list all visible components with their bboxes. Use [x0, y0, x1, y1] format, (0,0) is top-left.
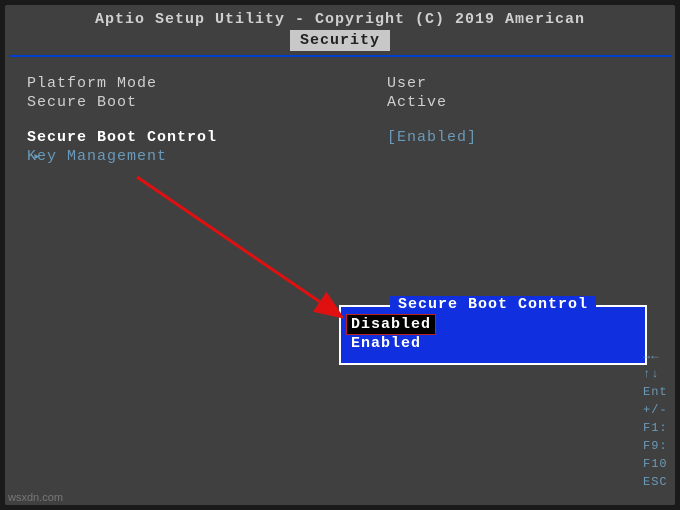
menu-secure-boot-control[interactable]: Secure Boot Control [Enabled] [27, 129, 663, 146]
secure-boot-value: Active [387, 94, 447, 111]
tab-security[interactable]: Security [290, 30, 390, 51]
help-key-panel: →← ↑↓ Ent +/- F1: F9: F10 ESC [643, 347, 673, 491]
help-key-f10: F10 [643, 455, 673, 473]
header-title: Aptio Setup Utility - Copyright (C) 2019… [7, 7, 673, 30]
watermark: wsxdn.com [8, 492, 63, 504]
help-key-f9: F9: [643, 437, 673, 455]
submenu-arrow-icon: ▸ [33, 149, 42, 164]
platform-mode-label: Platform Mode [27, 75, 387, 92]
secure-boot-control-value: [Enabled] [387, 129, 477, 146]
popup-title: Secure Boot Control [390, 296, 596, 313]
secure-boot-label: Secure Boot [27, 94, 387, 111]
popup-option-enabled[interactable]: Enabled [347, 334, 639, 353]
row-platform-mode: Platform Mode User [27, 75, 663, 92]
secure-boot-control-label: Secure Boot Control [27, 129, 387, 146]
help-key-plusminus: +/- [643, 401, 673, 419]
help-key-enter: Ent [643, 383, 673, 401]
help-key-arrows-lr: →← [643, 347, 673, 365]
help-key-f1: F1: [643, 419, 673, 437]
platform-mode-value: User [387, 75, 427, 92]
bios-screen: Aptio Setup Utility - Copyright (C) 2019… [5, 5, 675, 505]
row-secure-boot: Secure Boot Active [27, 94, 663, 111]
help-key-esc: ESC [643, 473, 673, 491]
popup-secure-boot-control: Secure Boot Control Disabled Enabled [339, 305, 647, 365]
help-key-arrows-ud: ↑↓ [643, 365, 673, 383]
main-area: Platform Mode User Secure Boot Active Se… [7, 57, 673, 487]
popup-option-disabled[interactable]: Disabled [347, 315, 435, 334]
key-management-label: Key Management [27, 148, 387, 165]
tab-row: Security [7, 30, 673, 51]
menu-key-management[interactable]: ▸ Key Management [27, 148, 663, 165]
